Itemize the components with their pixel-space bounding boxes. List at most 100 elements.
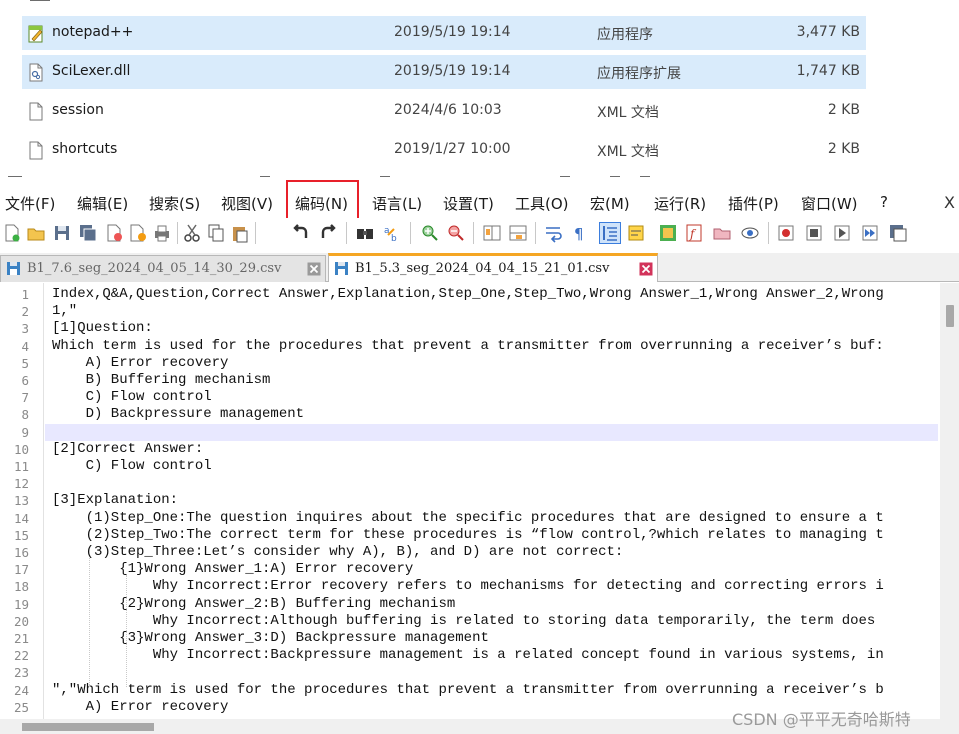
divider [560, 176, 570, 177]
stop-macro-icon[interactable] [804, 223, 824, 243]
file-type: XML 文档 [597, 105, 659, 121]
zoom-in-icon[interactable] [420, 223, 440, 243]
menu-edit[interactable]: 编辑(E) [77, 193, 128, 214]
file-row-session[interactable]: session 2024/4/6 10:03 XML 文档 2 KB [22, 94, 866, 128]
record-macro-icon[interactable] [776, 223, 796, 243]
line-number: 7 [21, 390, 29, 406]
file-date: 2024/4/6 10:03 [394, 102, 502, 118]
show-all-chars-icon[interactable]: ¶ [570, 223, 590, 243]
copy-icon[interactable] [206, 223, 226, 243]
line-number: 2 [21, 304, 29, 320]
folder-workspace-icon[interactable] [712, 223, 732, 243]
menu-window[interactable]: 窗口(W) [801, 193, 858, 214]
menu-macro[interactable]: 宏(M) [590, 193, 630, 214]
save-all-icon[interactable] [78, 223, 98, 243]
zoom-out-icon[interactable] [446, 223, 466, 243]
menu-help[interactable]: ? [880, 193, 888, 211]
word-wrap-icon[interactable] [544, 223, 564, 243]
indent-guide-icon[interactable] [599, 222, 621, 244]
file-row-notepadpp[interactable]: notepad++ 2019/5/19 19:14 应用程序 3,477 KB [22, 16, 866, 50]
close-tab-icon[interactable] [307, 262, 321, 276]
horizontal-scrollbar-thumb[interactable] [22, 723, 154, 731]
menu-run[interactable]: 运行(R) [654, 193, 706, 214]
close-file-icon[interactable] [104, 223, 124, 243]
code-line: [2]Correct Answer: [52, 440, 204, 457]
file-type: 应用程序扩展 [597, 66, 681, 82]
toolbar: ab ¶ f [0, 218, 959, 250]
menu-search[interactable]: 搜索(S) [149, 193, 200, 214]
line-number: 16 [13, 545, 29, 560]
line-number: 4 [21, 338, 29, 354]
file-name: SciLexer.dll [52, 63, 131, 79]
replace-icon[interactable]: ab [382, 223, 402, 243]
save-icon[interactable] [52, 223, 72, 243]
code-line: Why Incorrect:Although buffering is rela… [52, 612, 876, 629]
open-folder-icon[interactable] [26, 223, 46, 243]
find-icon[interactable] [355, 223, 375, 243]
line-number-gutter: 1 2 3 4 5 6 7 8 9 10 11 12 13 14 15 16 17 18 19 20 21 22 23 24 2… [0, 283, 44, 719]
code-line: 1," [52, 303, 78, 320]
close-all-icon[interactable] [128, 223, 148, 243]
line-number: 6 [21, 373, 29, 388]
code-line: (1)Step_One:The question inquires about … [52, 509, 884, 526]
close-button[interactable]: X [944, 193, 955, 212]
vertical-scrollbar[interactable] [940, 283, 959, 719]
document-map-icon[interactable] [626, 223, 646, 243]
tab-label: B1_7.6_seg_2024_04_05_14_30_29.csv [27, 261, 282, 276]
menu-file[interactable]: 文件(F) [5, 193, 55, 214]
close-tab-icon[interactable] [639, 262, 653, 276]
line-number: 5 [21, 355, 29, 371]
code-line: Why Incorrect:Error recovery refers to m… [52, 578, 884, 595]
function-list-icon[interactable] [658, 223, 678, 243]
code-line: [3]Explanation: [52, 492, 179, 509]
play-macro-icon[interactable] [832, 223, 852, 243]
code-line: A) Error recovery [52, 698, 229, 715]
undo-icon[interactable] [291, 223, 311, 243]
menu-settings[interactable]: 设置(T) [443, 193, 494, 214]
code-line: D) Backpressure management [52, 406, 305, 423]
divider [8, 176, 22, 177]
print-icon[interactable] [152, 223, 172, 243]
code-line: Index,Q&A,Question,Correct Answer,Explan… [52, 286, 884, 302]
paste-icon[interactable] [230, 223, 250, 243]
vertical-scrollbar-thumb[interactable] [946, 305, 954, 327]
file-explorer-list: notepad++ 2019/5/19 19:14 应用程序 3,477 KB … [0, 0, 959, 180]
menu-view[interactable]: 视图(V) [221, 193, 273, 214]
file-row-scilexer[interactable]: SciLexer.dll 2019/5/19 19:14 应用程序扩展 1,74… [22, 55, 866, 89]
code-line: {2}Wrong Answer_2:B) Buffering mechanism [52, 595, 456, 612]
document-icon [29, 102, 43, 121]
line-number: 23 [13, 665, 29, 681]
line-number: 15 [13, 527, 29, 543]
code-line: {3}Wrong Answer_3:D) Backpressure manage… [52, 630, 489, 646]
menu-language[interactable]: 语言(L) [372, 193, 422, 214]
toolbar-separator [346, 222, 347, 244]
redo-icon[interactable] [318, 223, 338, 243]
sync-vertical-icon[interactable] [482, 223, 502, 243]
dll-file-icon [29, 63, 43, 82]
line-number: 12 [13, 476, 29, 492]
save-macro-icon[interactable] [888, 223, 908, 243]
line-number: 8 [21, 407, 29, 423]
file-size: 2 KB [827, 141, 860, 157]
svg-text:b: b [391, 234, 397, 243]
sync-horizontal-icon[interactable] [508, 223, 528, 243]
function-icon[interactable]: f [684, 223, 704, 243]
toolbar-separator [255, 222, 256, 244]
tab-b1-7-6[interactable]: B1_7.6_seg_2024_04_05_14_30_29.csv [0, 255, 326, 282]
toolbar-separator [473, 222, 474, 244]
line-number: 17 [13, 562, 29, 578]
run-macro-multiple-icon[interactable] [860, 223, 880, 243]
current-line-highlight [45, 423, 938, 441]
code-line: [1]Question: [52, 320, 153, 337]
tab-b1-5-3[interactable]: B1_5.3_seg_2024_04_04_15_21_01.csv [328, 253, 658, 282]
file-row-shortcuts[interactable]: shortcuts 2019/1/27 10:00 XML 文档 2 KB [22, 133, 866, 167]
menu-tools[interactable]: 工具(O) [515, 193, 569, 214]
menu-plugins[interactable]: 插件(P) [728, 193, 779, 214]
divider [640, 176, 650, 177]
text-editor[interactable]: 1 2 3 4 5 6 7 8 9 10 11 12 13 14 15 16 17 18 19 20 21 22 23 24 2… [0, 283, 959, 719]
monitoring-eye-icon[interactable] [740, 223, 760, 243]
new-file-icon[interactable] [2, 223, 22, 243]
file-size: 3,477 KB [796, 24, 860, 40]
toolbar-separator [177, 222, 178, 244]
cut-icon[interactable] [182, 223, 202, 243]
